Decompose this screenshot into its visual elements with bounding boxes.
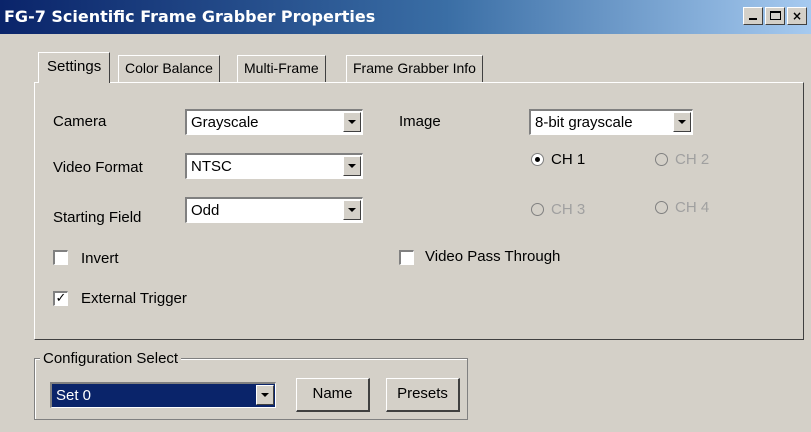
- camera-select[interactable]: Grayscale: [185, 109, 363, 135]
- ch3-radio[interactable]: [531, 203, 544, 216]
- properties-window: FG-7 Scientific Frame Grabber Properties…: [0, 0, 811, 432]
- ch3-label: CH 3: [551, 201, 586, 218]
- window-controls: ×: [743, 7, 807, 25]
- camera-value: Grayscale: [191, 114, 259, 131]
- ch2-radio[interactable]: [655, 153, 668, 166]
- image-select[interactable]: 8-bit grayscale: [529, 109, 693, 135]
- presets-button[interactable]: Presets: [386, 378, 460, 412]
- external-trigger-checkbox[interactable]: ✓: [53, 291, 68, 306]
- chevron-down-icon[interactable]: [343, 156, 361, 176]
- minimize-button[interactable]: [743, 7, 763, 25]
- title-bar[interactable]: FG-7 Scientific Frame Grabber Properties…: [0, 0, 811, 34]
- video-format-select[interactable]: NTSC: [185, 153, 363, 179]
- ch4-radio[interactable]: [655, 201, 668, 214]
- video-pass-through-checkbox[interactable]: [399, 250, 414, 265]
- chevron-down-icon[interactable]: [256, 385, 274, 405]
- starting-field-label: Starting Field: [53, 209, 142, 226]
- starting-field-select[interactable]: Odd: [185, 197, 363, 223]
- tab-settings[interactable]: Settings: [38, 52, 111, 83]
- invert-checkbox[interactable]: [53, 250, 68, 265]
- ch1-label: CH 1: [551, 151, 586, 168]
- image-value: 8-bit grayscale: [535, 114, 633, 131]
- camera-label: Camera: [53, 113, 107, 130]
- ch1-radio[interactable]: [531, 153, 544, 166]
- invert-label: Invert: [81, 250, 119, 267]
- chevron-down-icon[interactable]: [343, 200, 361, 220]
- tab-frame-grabber-info[interactable]: Frame Grabber Info: [346, 55, 483, 82]
- configuration-value: Set 0: [56, 387, 92, 404]
- tab-multi-frame[interactable]: Multi-Frame: [237, 55, 326, 82]
- window-title: FG-7 Scientific Frame Grabber Properties: [4, 7, 376, 26]
- external-trigger-label: External Trigger: [81, 290, 187, 307]
- tab-color-balance[interactable]: Color Balance: [118, 55, 220, 82]
- maximize-button[interactable]: [765, 7, 785, 25]
- image-label: Image: [399, 113, 441, 130]
- name-button[interactable]: Name: [296, 378, 370, 412]
- close-icon: ×: [791, 9, 803, 23]
- ch4-label: CH 4: [675, 199, 710, 216]
- video-format-value: NTSC: [191, 158, 232, 175]
- maximize-icon: [770, 11, 781, 20]
- chevron-down-icon[interactable]: [343, 112, 361, 132]
- starting-field-value: Odd: [191, 202, 220, 219]
- configuration-select[interactable]: Set 0: [50, 382, 276, 408]
- video-format-label: Video Format: [53, 159, 143, 176]
- minimize-icon: [749, 18, 757, 20]
- configuration-group-legend: Configuration Select: [40, 350, 182, 367]
- settings-panel: Camera Grayscale Video Format NTSC Start…: [34, 82, 804, 340]
- video-pass-through-label: Video Pass Through: [425, 248, 561, 265]
- ch2-label: CH 2: [675, 151, 710, 168]
- chevron-down-icon[interactable]: [673, 112, 691, 132]
- close-button[interactable]: ×: [787, 7, 807, 25]
